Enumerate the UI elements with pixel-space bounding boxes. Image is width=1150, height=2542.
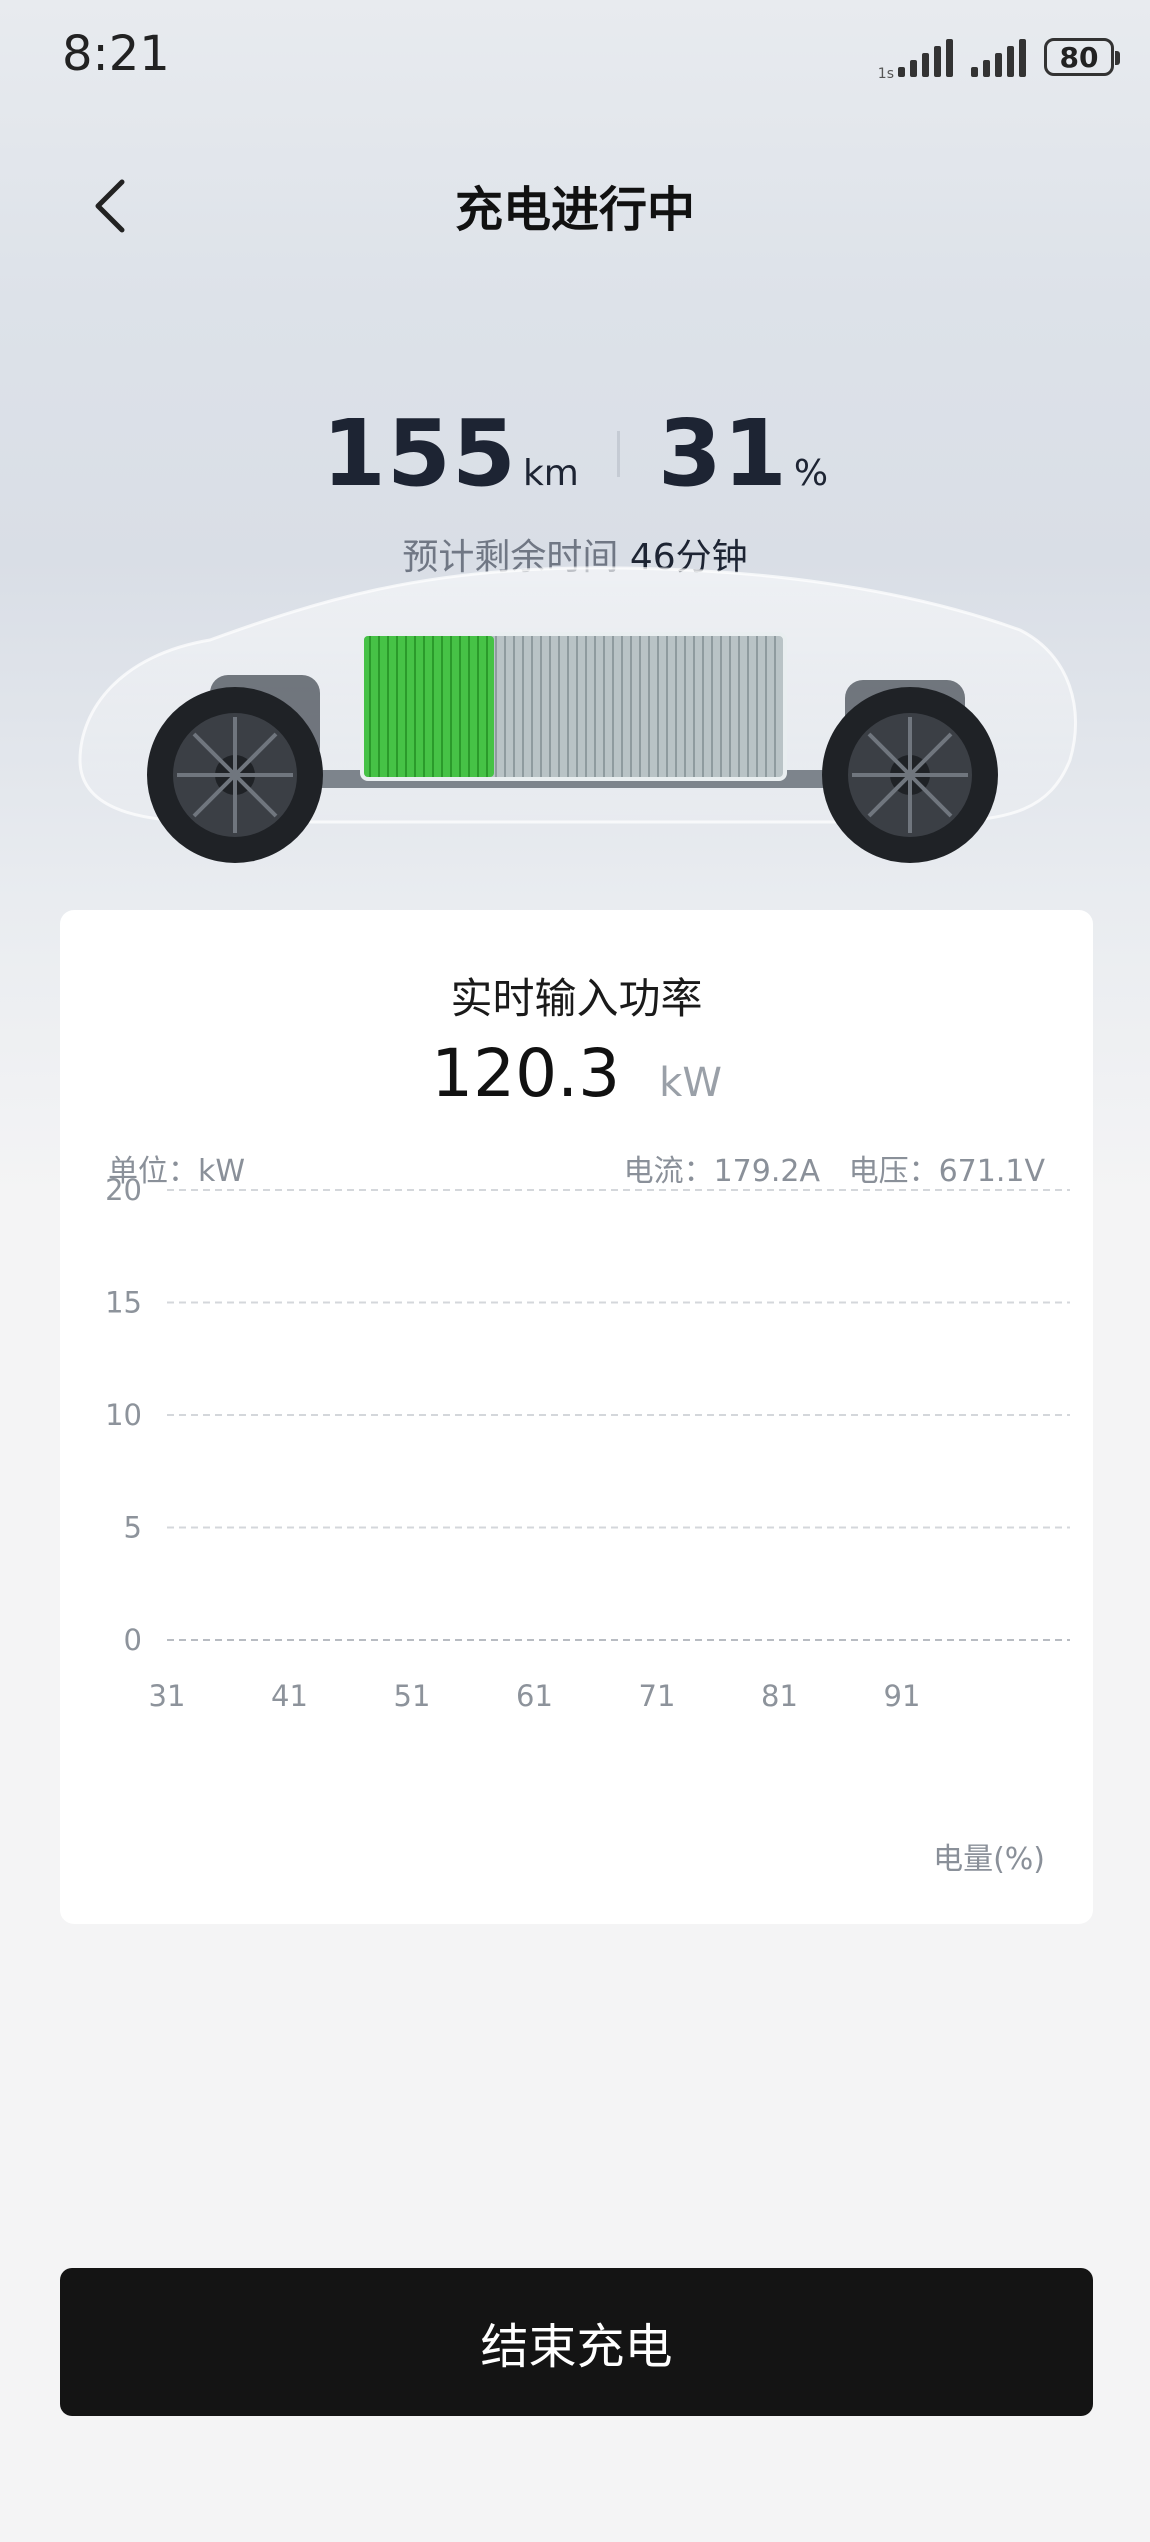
y-tick-label: 0	[124, 1623, 142, 1657]
x-tick-label: 71	[639, 1679, 676, 1713]
range-unit: km	[522, 453, 579, 494]
power-chart: 0 5 10 15 20 31 41 51 61 71 81 91	[105, 1173, 1070, 1713]
signal-icon	[898, 37, 953, 77]
stats-divider	[616, 430, 620, 477]
status-icons: 1s 80	[877, 32, 1120, 82]
x-tick-label: 91	[884, 1679, 921, 1713]
battery-level: 80	[1059, 40, 1099, 74]
x-tick-label: 61	[516, 1679, 553, 1713]
power-value: 120.3	[431, 1035, 621, 1112]
x-axis-label: 电量(%)	[933, 1842, 1045, 1877]
x-tick-label: 41	[271, 1679, 308, 1713]
end-charging-button[interactable]: 结束充电	[60, 2268, 1093, 2416]
x-tick-label: 81	[761, 1679, 798, 1713]
x-tick-label: 31	[149, 1679, 186, 1713]
y-tick-label: 5	[124, 1511, 142, 1545]
x-tick-label: 51	[394, 1679, 431, 1713]
signal-tag: 1s	[877, 66, 894, 82]
charge-stats: 155 km 31 %	[0, 400, 1150, 507]
soc-value: 31	[657, 400, 788, 507]
soc-unit: %	[793, 453, 829, 494]
y-tick-label: 15	[105, 1286, 142, 1320]
card-title: 实时输入功率	[450, 974, 703, 1023]
range-value: 155	[321, 400, 517, 507]
car-chassis-illustration	[78, 566, 1078, 863]
power-card: 实时输入功率 120.3 kW 单位：kW 电流：179.2A 电压：671.1…	[60, 910, 1093, 1924]
power-unit: kW	[659, 1060, 722, 1106]
signal-icon-2	[971, 37, 1026, 77]
battery-charge-fill	[364, 636, 494, 777]
battery-icon: 80	[1044, 38, 1120, 76]
power-readout: 120.3 kW	[60, 1035, 1093, 1112]
y-tick-label: 10	[105, 1398, 142, 1432]
y-tick-label: 20	[105, 1173, 142, 1207]
status-time: 8:21	[62, 26, 170, 82]
page-title: 充电进行中	[454, 182, 695, 238]
